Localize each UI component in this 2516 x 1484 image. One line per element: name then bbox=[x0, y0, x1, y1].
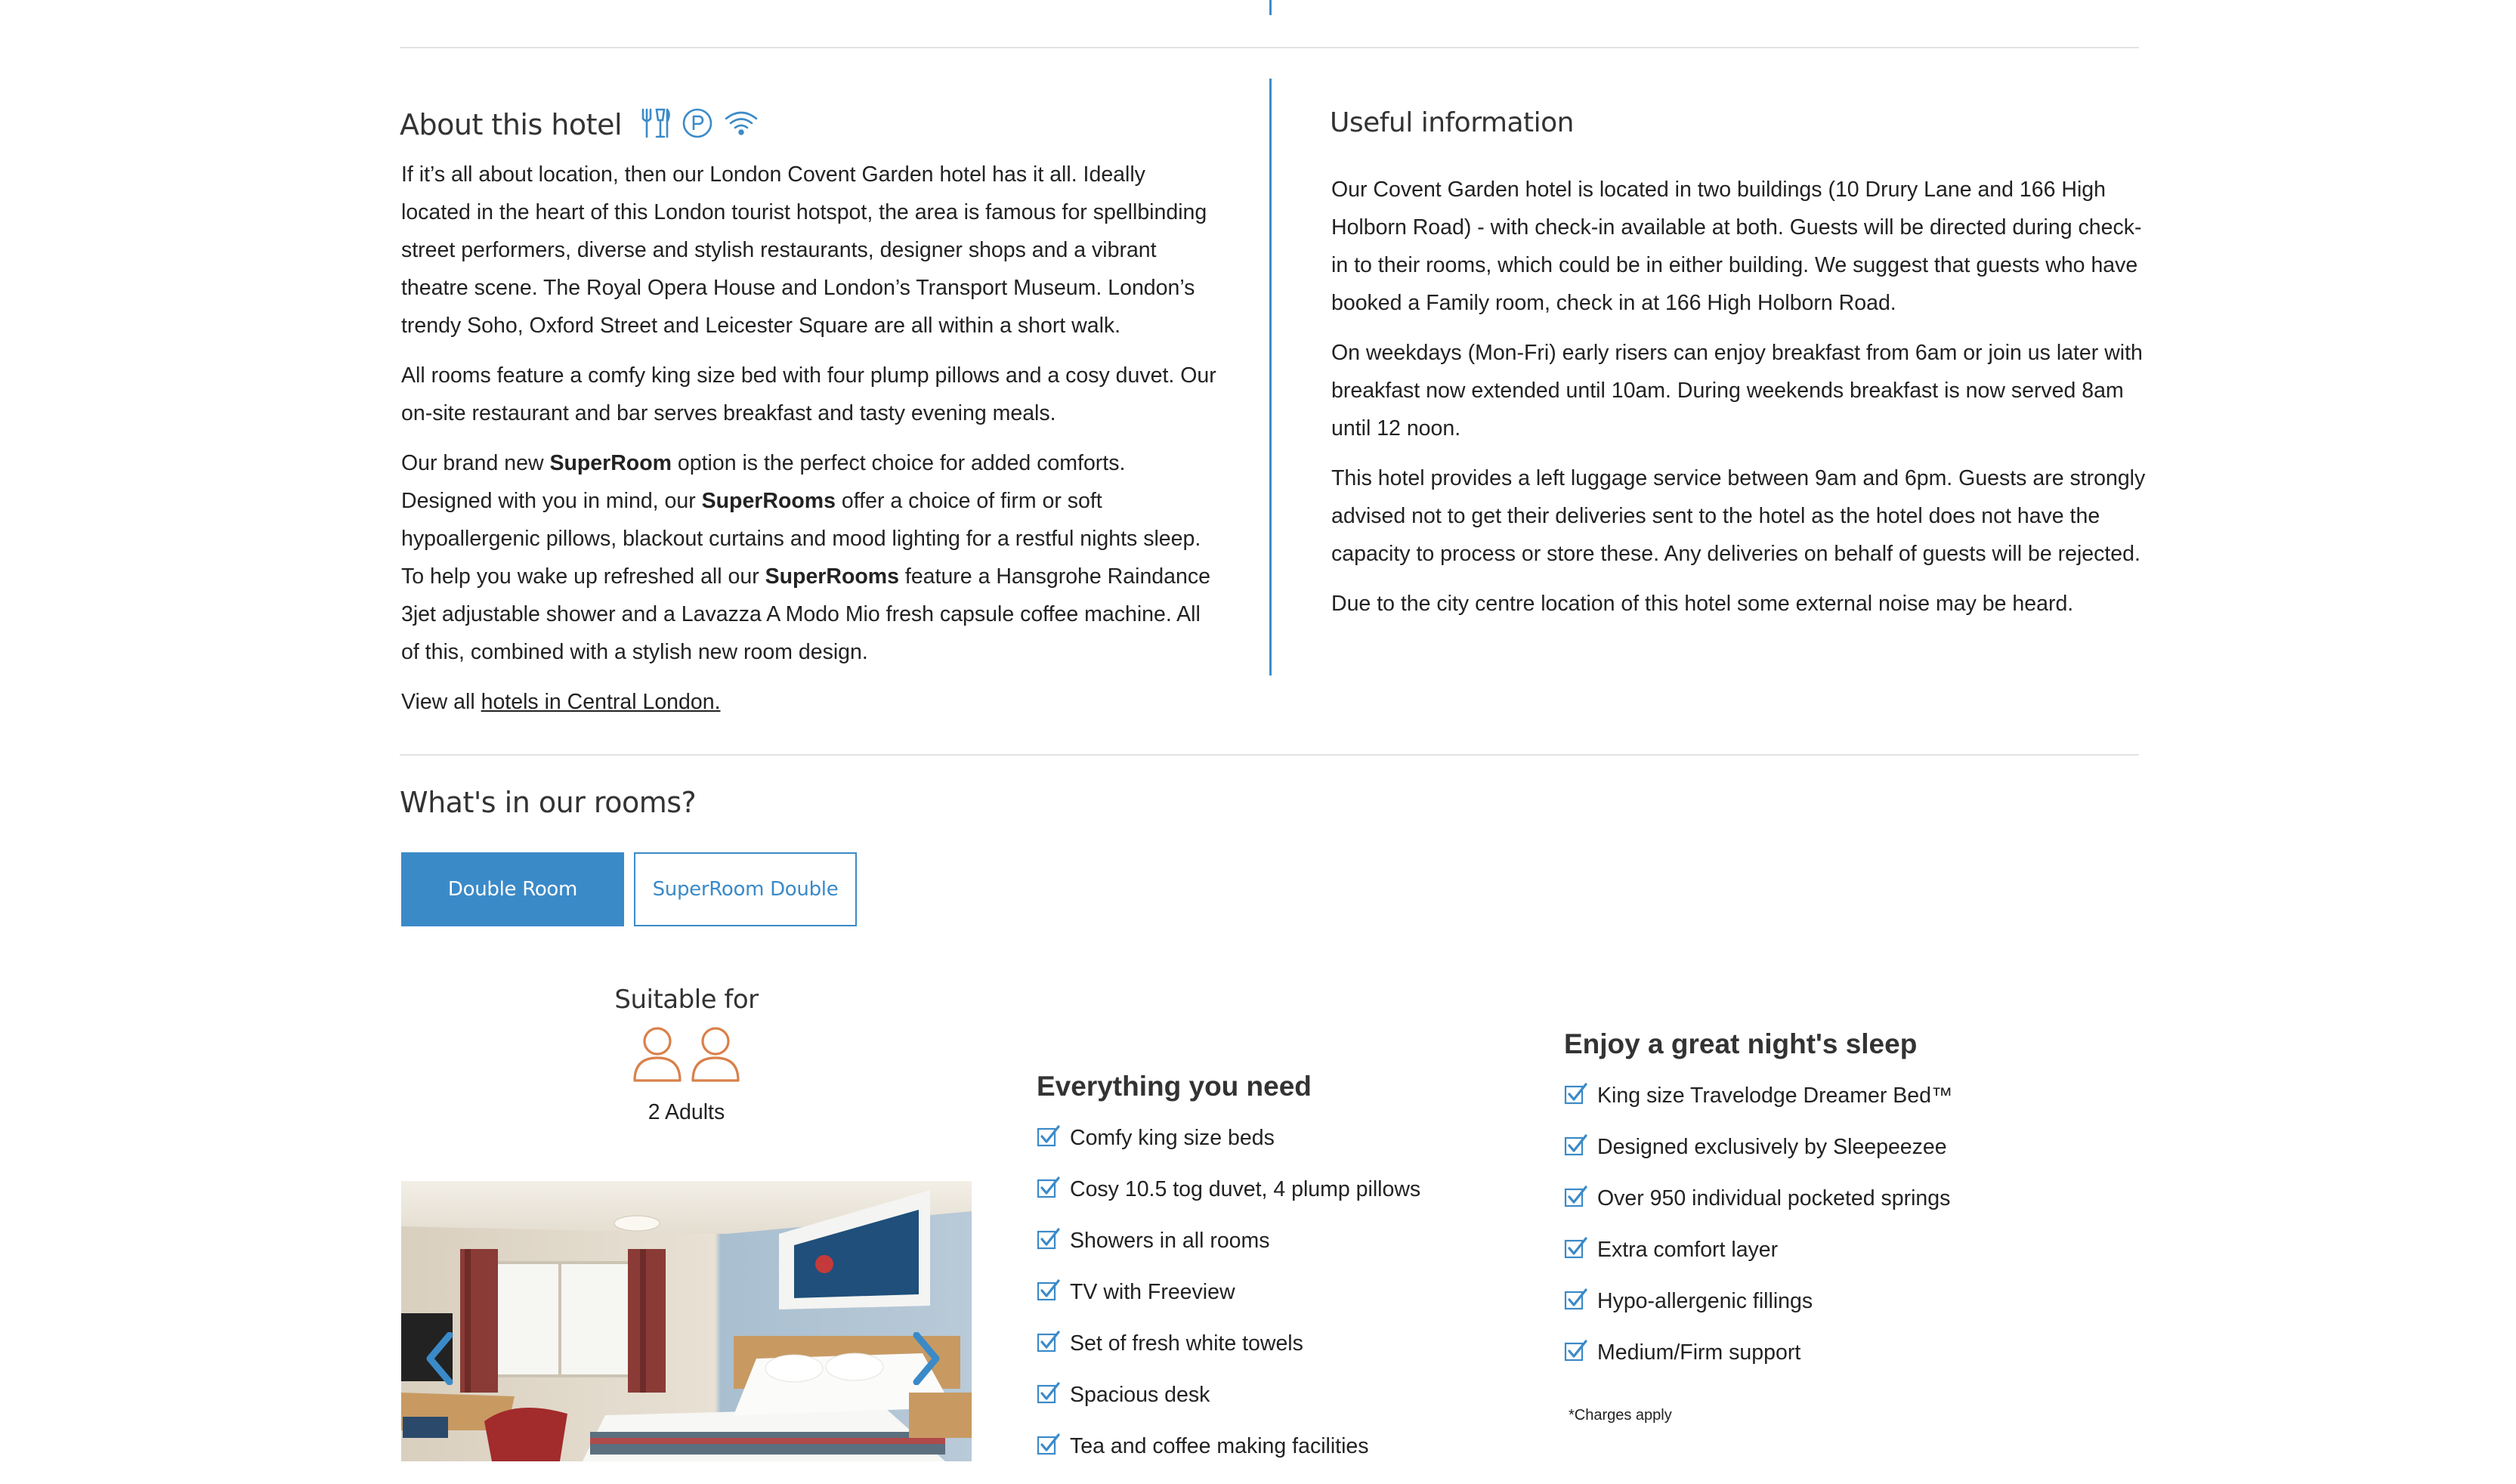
about-title: About this hotel bbox=[400, 108, 623, 141]
occupancy-icons bbox=[401, 1023, 972, 1085]
checkbox-tick-icon bbox=[1037, 1382, 1060, 1404]
carousel-prev-arrow[interactable] bbox=[424, 1331, 454, 1389]
top-column-divider bbox=[1269, 0, 1272, 15]
checkbox-tick-icon bbox=[1564, 1288, 1587, 1310]
checkbox-tick-icon bbox=[1564, 1237, 1587, 1259]
list-item: Comfy king size beds bbox=[1037, 1124, 1490, 1176]
list-item: Spacious desk bbox=[1037, 1381, 1490, 1433]
adult-person-icon bbox=[688, 1023, 743, 1087]
suitable-for-panel: Suitable for 2 Adults bbox=[401, 981, 972, 1125]
carousel-next-arrow[interactable] bbox=[912, 1331, 942, 1389]
checkbox-tick-icon bbox=[1037, 1125, 1060, 1147]
about-paragraph: If it’s all about location, then our Lon… bbox=[401, 162, 1207, 338]
occupancy-text: 2 Adults bbox=[648, 1100, 725, 1124]
list-item: Medium/Firm support bbox=[1564, 1339, 2093, 1390]
about-body: If it’s all about location, then our Lon… bbox=[401, 156, 1217, 733]
great-nights-sleep-list: King size Travelodge Dreamer Bed™ Design… bbox=[1564, 1082, 2093, 1390]
great-nights-sleep-panel: Enjoy a great night's sleep King size Tr… bbox=[1564, 1025, 2093, 1424]
restaurant-icon bbox=[638, 107, 672, 144]
useful-info-body: Our Covent Garden hotel is located in tw… bbox=[1331, 171, 2147, 635]
everything-you-need-panel: Everything you need Comfy king size beds… bbox=[1037, 1067, 1490, 1484]
room-photo bbox=[401, 1181, 972, 1461]
about-paragraph: All rooms feature a comfy king size bed … bbox=[401, 363, 1216, 425]
rooms-title: What's in our rooms? bbox=[400, 786, 697, 819]
great-nights-sleep-title: Enjoy a great night's sleep bbox=[1564, 1028, 1918, 1059]
useful-paragraph: This hotel provides a left luggage servi… bbox=[1331, 466, 2146, 566]
useful-paragraph: Due to the city centre location of this … bbox=[1331, 592, 2074, 616]
list-item: Showers in all rooms bbox=[1037, 1227, 1490, 1278]
checkbox-tick-icon bbox=[1564, 1186, 1587, 1207]
checkbox-tick-icon bbox=[1037, 1228, 1060, 1250]
tab-double-room[interactable]: Double Room bbox=[401, 852, 624, 926]
checkbox-tick-icon bbox=[1037, 1279, 1060, 1301]
list-item: Designed exclusively by Sleepeezee bbox=[1564, 1133, 2093, 1185]
top-divider bbox=[400, 47, 2139, 48]
wifi-icon bbox=[723, 107, 759, 144]
checkbox-tick-icon bbox=[1037, 1176, 1060, 1198]
suitable-for-label: Suitable for bbox=[614, 985, 759, 1015]
list-item: TV with Freeview bbox=[1037, 1278, 1490, 1330]
checkbox-tick-icon bbox=[1564, 1340, 1587, 1362]
room-photo-carousel[interactable] bbox=[401, 1181, 972, 1461]
useful-paragraph: Our Covent Garden hotel is located in tw… bbox=[1331, 178, 2142, 315]
everything-you-need-list: Comfy king size beds Cosy 10.5 tog duvet… bbox=[1037, 1124, 1490, 1484]
superroom-paragraph: Our brand new SuperRoom option is the pe… bbox=[401, 451, 1210, 664]
list-item: King size Travelodge Dreamer Bed™ bbox=[1564, 1082, 2093, 1133]
parking-icon bbox=[681, 107, 714, 144]
useful-info-title: Useful information bbox=[1330, 107, 1574, 138]
adult-person-icon bbox=[630, 1023, 685, 1087]
column-divider bbox=[1269, 79, 1272, 676]
useful-paragraph: On weekdays (Mon-Fri) early risers can e… bbox=[1331, 341, 2143, 441]
section-divider bbox=[400, 754, 2139, 756]
list-item: Over 950 individual pocketed springs bbox=[1564, 1185, 2093, 1236]
everything-you-need-title: Everything you need bbox=[1037, 1071, 1312, 1102]
list-item: Tea and coffee making facilities bbox=[1037, 1433, 1490, 1484]
checkbox-tick-icon bbox=[1037, 1433, 1060, 1455]
charges-apply-note: *Charges apply bbox=[1569, 1407, 1672, 1424]
checkbox-tick-icon bbox=[1037, 1331, 1060, 1353]
checkbox-tick-icon bbox=[1564, 1134, 1587, 1156]
view-all-paragraph: View all hotels in Central London. bbox=[401, 690, 721, 714]
hotels-in-central-london-link[interactable]: hotels in Central London. bbox=[481, 690, 721, 714]
list-item: Hypo-allergenic fillings bbox=[1564, 1288, 2093, 1339]
list-item: Cosy 10.5 tog duvet, 4 plump pillows bbox=[1037, 1176, 1490, 1227]
about-heading-row: About this hotel bbox=[400, 104, 759, 145]
list-item: Set of fresh white towels bbox=[1037, 1330, 1490, 1381]
tab-superroom-double[interactable]: SuperRoom Double bbox=[634, 852, 857, 926]
checkbox-tick-icon bbox=[1564, 1083, 1587, 1105]
list-item: Extra comfort layer bbox=[1564, 1236, 2093, 1288]
